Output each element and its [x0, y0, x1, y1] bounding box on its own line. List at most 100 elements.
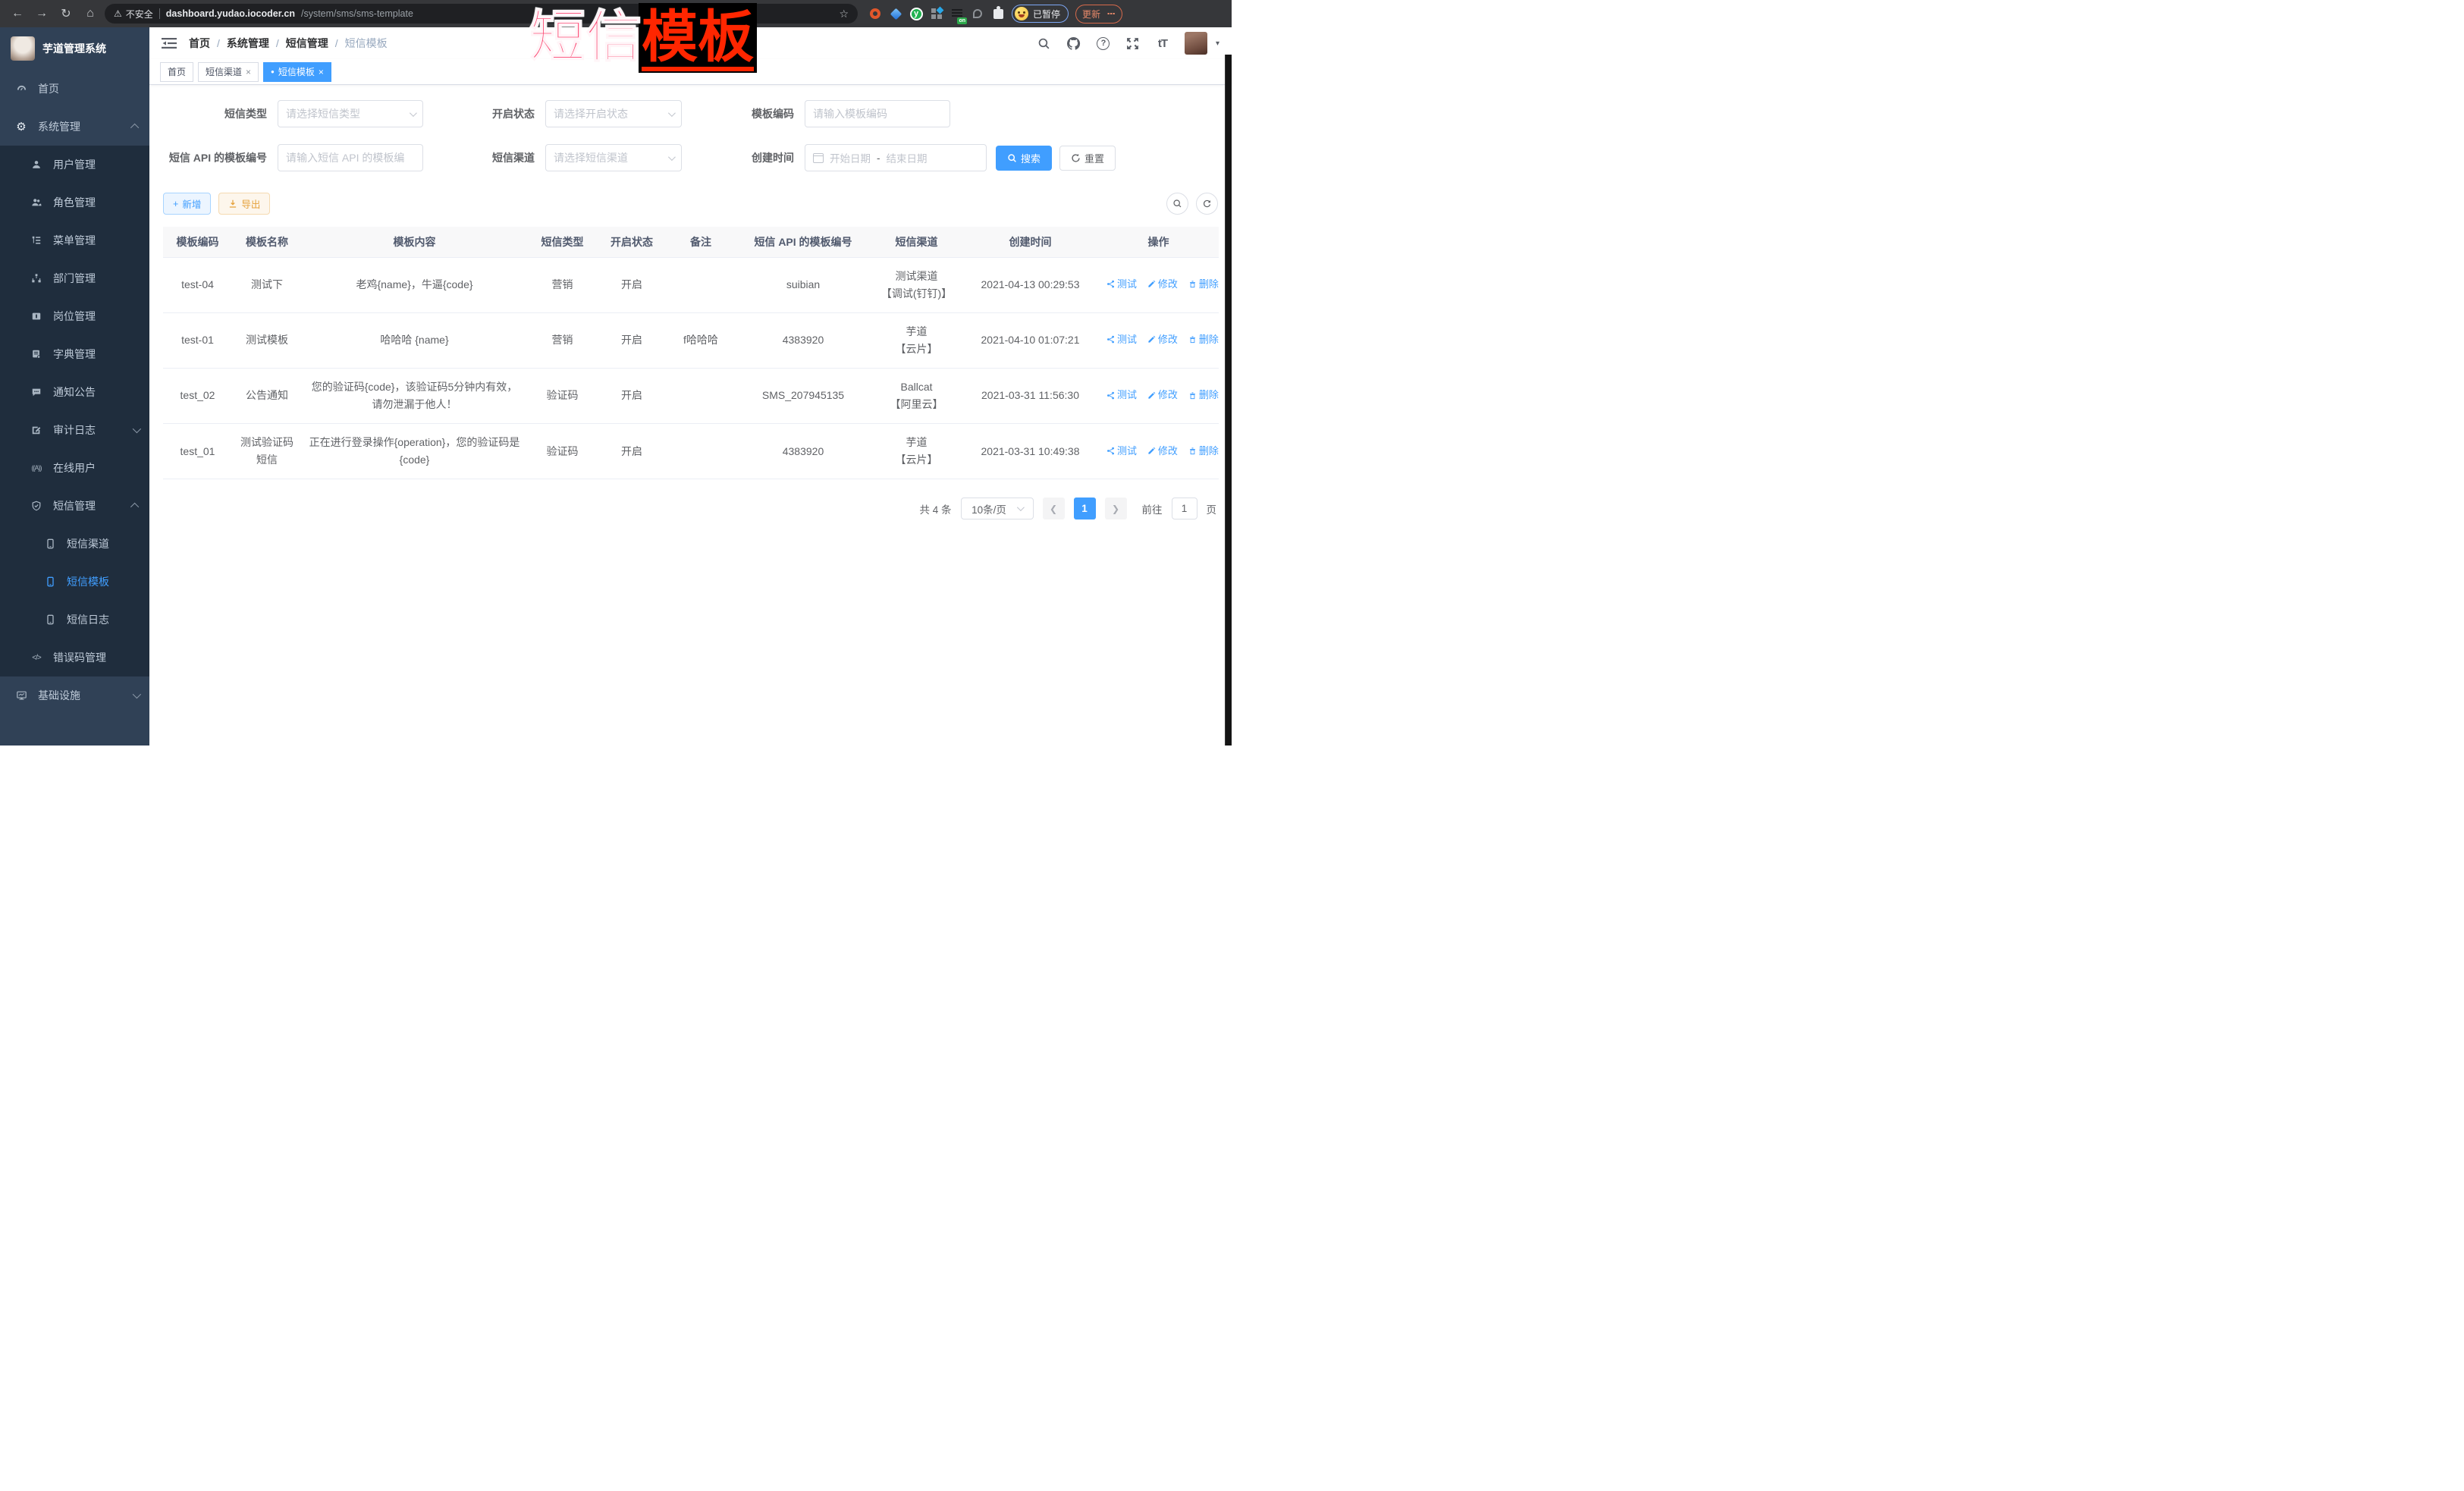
chevron-down-icon — [668, 153, 676, 161]
browser-back-button[interactable]: ← — [8, 4, 27, 24]
test-link[interactable]: 测试 — [1106, 443, 1137, 459]
tab-sms-template[interactable]: ●短信模板× — [263, 62, 331, 82]
sidebar-item-sms-management[interactable]: 短信管理 — [0, 487, 149, 525]
sidebar-item-notice[interactable]: 通知公告 — [0, 373, 149, 411]
monitor-icon — [15, 690, 27, 701]
extension-kite-icon[interactable] — [889, 7, 902, 20]
font-size-icon[interactable]: tT — [1155, 36, 1170, 51]
sidebar-item-dict-management[interactable]: 字典管理 — [0, 335, 149, 373]
delete-link[interactable]: 删除 — [1188, 331, 1219, 347]
extension-list-on-icon[interactable]: on — [950, 7, 964, 20]
cell-status: 开启 — [598, 257, 666, 312]
close-icon[interactable]: × — [246, 67, 251, 77]
cell-channel: 芋道【云片】 — [871, 312, 962, 368]
app-logo-row[interactable]: 芋道管理系统 — [0, 27, 149, 70]
col-created: 创建时间 — [962, 227, 1098, 257]
cell-channel: 芋道【云片】 — [871, 424, 962, 479]
close-icon[interactable]: × — [319, 67, 324, 77]
browser-home-button[interactable]: ⌂ — [80, 4, 100, 24]
extension-grid-icon[interactable] — [930, 7, 943, 20]
fullscreen-icon[interactable] — [1125, 36, 1141, 51]
sidebar-collapse-icon[interactable] — [162, 36, 177, 51]
cell-actions: 测试 修改 删除 — [1098, 312, 1219, 368]
sms-type-select[interactable]: 请选择短信类型 — [278, 100, 423, 127]
chevron-up-icon — [130, 124, 139, 132]
sidebar-item-infrastructure[interactable]: 基础设施 — [0, 676, 149, 714]
status-select[interactable]: 请选择开启状态 — [545, 100, 682, 127]
cell-content: 您的验证码{code}，该验证码5分钟内有效，请勿泄漏于他人！ — [302, 368, 527, 423]
goto-page-input[interactable] — [1172, 498, 1197, 519]
col-template-code: 模板编码 — [163, 227, 232, 257]
extensions-puzzle-icon[interactable] — [991, 7, 1005, 20]
test-link[interactable]: 测试 — [1106, 331, 1137, 347]
sidebar-item-sms-channel[interactable]: 短信渠道 — [0, 525, 149, 563]
refresh-button[interactable] — [1196, 193, 1218, 215]
sidebar-item-user-management[interactable]: 用户管理 — [0, 146, 149, 184]
search-button[interactable]: 搜索 — [996, 146, 1052, 171]
browser-update-button[interactable]: 更新 ⋮ — [1075, 5, 1122, 24]
sidebar-item-sms-template[interactable]: 短信模板 — [0, 563, 149, 601]
cell-remark — [666, 257, 736, 312]
delete-link[interactable]: 删除 — [1188, 443, 1219, 459]
template-code-input[interactable] — [813, 108, 942, 120]
export-button[interactable]: 导出 — [218, 193, 270, 215]
delete-link[interactable]: 删除 — [1188, 276, 1219, 292]
sidebar-item-dept-management[interactable]: 部门管理 — [0, 259, 149, 297]
edit-link[interactable]: 修改 — [1147, 276, 1178, 292]
next-page-button[interactable]: ❯ — [1105, 498, 1127, 519]
extension-green-y-icon[interactable]: y — [909, 7, 923, 20]
cell-code: test_02 — [163, 368, 232, 423]
delete-link[interactable]: 删除 — [1188, 387, 1219, 403]
page-size-select[interactable]: 10条/页 — [961, 498, 1034, 519]
sidebar-item-home[interactable]: 首页 — [0, 70, 149, 108]
prev-page-button[interactable]: ❮ — [1043, 498, 1065, 519]
breadcrumb-sms[interactable]: 短信管理 — [286, 36, 328, 51]
edit-link[interactable]: 修改 — [1147, 331, 1178, 347]
test-link[interactable]: 测试 — [1106, 387, 1137, 403]
sidebar-item-menu-management[interactable]: 菜单管理 — [0, 221, 149, 259]
browser-reload-button[interactable]: ↻ — [56, 4, 76, 24]
create-time-range-picker[interactable]: 开始日期 - 结束日期 — [805, 144, 987, 171]
sidebar-item-system-management[interactable]: ⚙ 系统管理 — [0, 108, 149, 146]
reset-button[interactable]: 重置 — [1059, 146, 1116, 171]
cell-status: 开启 — [598, 424, 666, 479]
github-icon[interactable] — [1066, 36, 1081, 51]
extension-orange-ring-icon[interactable] — [868, 7, 882, 20]
sidebar-item-error-code[interactable]: </> 错误码管理 — [0, 639, 149, 676]
browser-forward-button[interactable]: → — [32, 4, 52, 24]
help-icon[interactable]: ? — [1096, 36, 1111, 51]
add-button[interactable]: +新增 — [163, 193, 211, 215]
sms-type-label: 短信类型 — [163, 106, 267, 121]
breadcrumb-system[interactable]: 系统管理 — [227, 36, 269, 51]
sidebar-item-audit-log[interactable]: 审计日志 — [0, 411, 149, 449]
channel-select[interactable]: 请选择短信渠道 — [545, 144, 682, 171]
edit-link[interactable]: 修改 — [1147, 387, 1178, 403]
search-icon[interactable] — [1037, 36, 1052, 51]
sidebar-item-sms-log[interactable]: 短信日志 — [0, 601, 149, 639]
reset-button-label: 重置 — [1084, 151, 1104, 165]
api-template-id-label: 短信 API 的模板编号 — [163, 150, 267, 165]
cell-channel: 测试渠道【调试(钉钉)】 — [871, 257, 962, 312]
current-page-button[interactable]: 1 — [1074, 498, 1096, 519]
tab-label: 首页 — [168, 65, 186, 78]
tab-home[interactable]: 首页 — [160, 62, 193, 82]
address-divider — [159, 8, 160, 19]
api-template-id-input[interactable] — [286, 152, 415, 164]
cell-channel: Ballcat【阿里云】 — [871, 368, 962, 423]
edit-link[interactable]: 修改 — [1147, 443, 1178, 459]
browser-menu-icon[interactable]: ⋮ — [1106, 9, 1116, 18]
tab-sms-channel[interactable]: 短信渠道× — [198, 62, 259, 82]
not-secure-warning[interactable]: ⚠ 不安全 — [114, 8, 153, 20]
profile-paused-pill[interactable]: 已暂停 — [1012, 5, 1069, 23]
sidebar-item-role-management[interactable]: 角色管理 — [0, 184, 149, 221]
user-avatar[interactable] — [1185, 32, 1207, 55]
avatar-caret-icon[interactable]: ▾ — [1216, 39, 1219, 48]
bookmark-star-icon[interactable]: ☆ — [839, 8, 849, 20]
sidebar-item-post-management[interactable]: 岗位管理 — [0, 297, 149, 335]
goto-label: 前往 — [1142, 501, 1163, 516]
breadcrumb-home[interactable]: 首页 — [189, 36, 210, 51]
test-link[interactable]: 测试 — [1106, 276, 1137, 292]
sidebar-item-online-users[interactable]: ((A)) 在线用户 — [0, 449, 149, 487]
extension-misc-icon[interactable] — [971, 7, 984, 20]
toggle-search-button[interactable] — [1166, 193, 1188, 215]
